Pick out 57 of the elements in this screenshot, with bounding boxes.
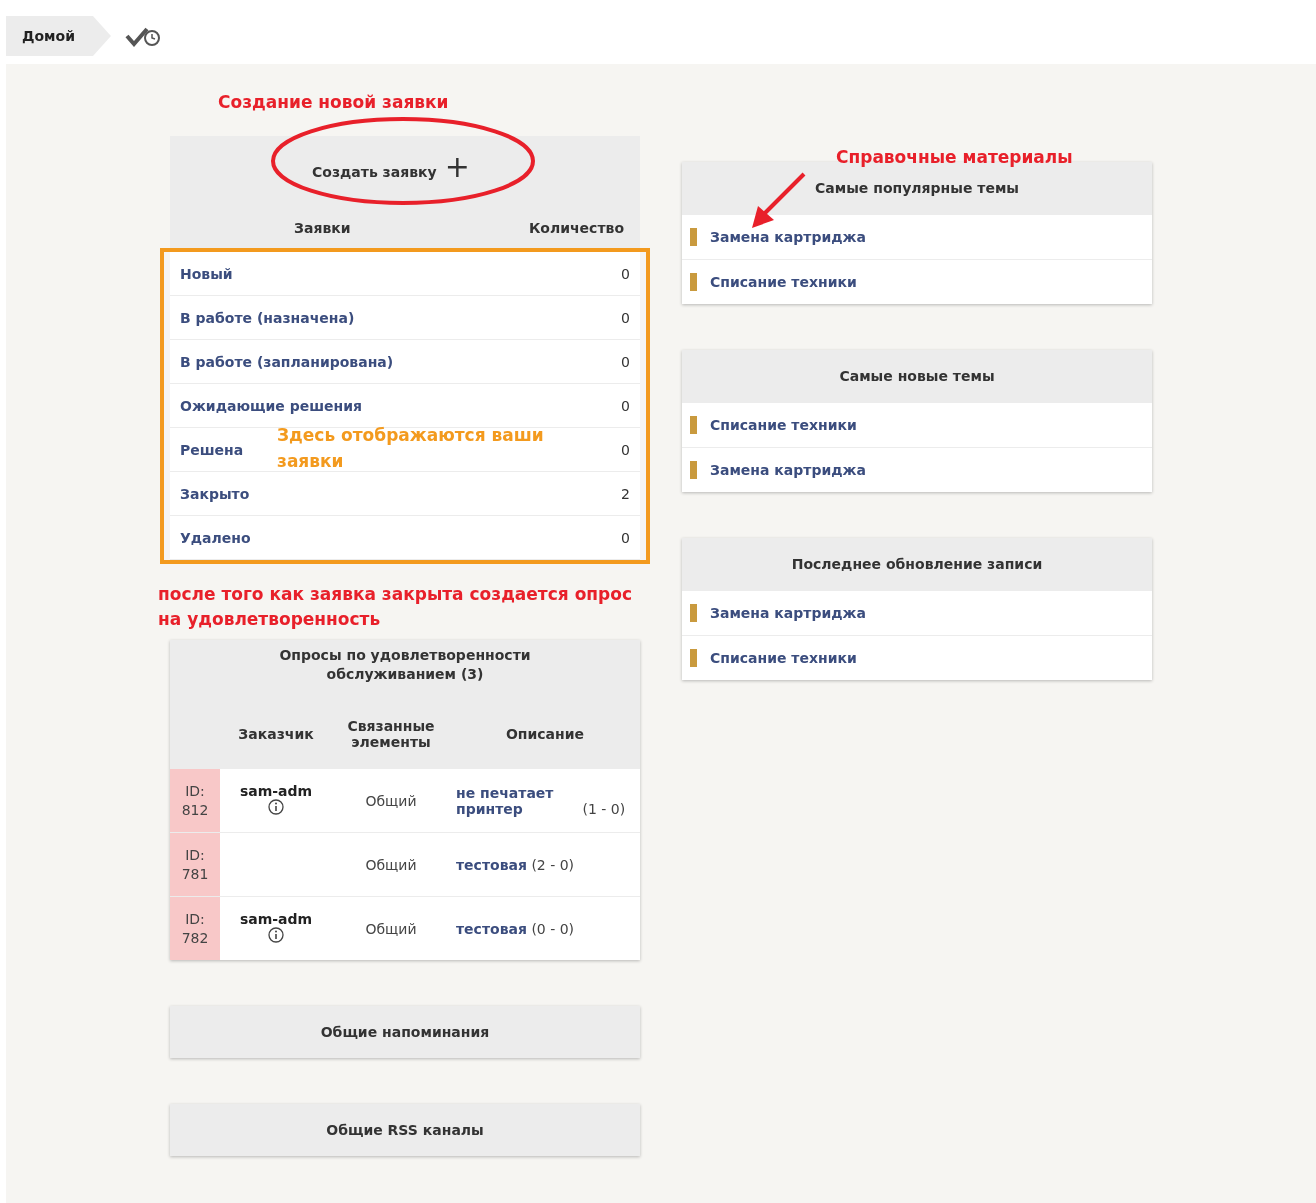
card-title: Общие RSS каналы xyxy=(170,1104,640,1156)
info-icon[interactable] xyxy=(268,799,284,815)
home-breadcrumb[interactable]: Домой xyxy=(6,16,111,56)
survey-link[interactable]: не печатает принтер xyxy=(456,784,578,817)
column-header: Количество xyxy=(528,220,624,236)
status-link[interactable]: В работе (назначена) xyxy=(180,309,355,326)
bullet-bar xyxy=(690,273,697,291)
topic-link[interactable]: Списание техники xyxy=(710,417,857,433)
topic-link[interactable]: Замена картриджа xyxy=(710,229,866,245)
card-title: Самые новые темы xyxy=(682,350,1152,402)
id-cell: ID: 781 xyxy=(170,832,220,897)
column-header: Описание xyxy=(450,700,640,769)
survey-link[interactable]: тестовая xyxy=(456,856,527,873)
ticket-count: 0 xyxy=(621,529,630,546)
ticket-count: 2 xyxy=(621,485,630,502)
score-text: (0 - 0) xyxy=(531,920,575,937)
table-cell: Общий xyxy=(332,896,450,960)
bullet-bar xyxy=(690,649,697,667)
status-link[interactable]: Новый xyxy=(180,265,233,282)
score-text: (1 - 0) xyxy=(582,800,626,817)
survey-link[interactable]: тестовая xyxy=(456,920,527,937)
check-clock-icon[interactable] xyxy=(124,25,163,47)
table-cell: Общий xyxy=(332,832,450,897)
annotation-text: после того как заявка закрыта создается опрос на удовлетворенность xyxy=(158,583,633,631)
id-cell: ID: 782 xyxy=(170,896,220,960)
ticket-count: 0 xyxy=(621,353,630,370)
ticket-count: 0 xyxy=(621,265,630,282)
annotation-text: Создание новой заявки xyxy=(218,92,449,112)
info-icon[interactable] xyxy=(268,927,284,943)
topic-link[interactable]: Списание техники xyxy=(710,274,857,290)
status-link[interactable]: Ожидающие решения xyxy=(180,397,362,414)
topic-link[interactable]: Списание техники xyxy=(710,650,857,666)
score-text: (2 - 0) xyxy=(531,856,575,873)
bullet-bar xyxy=(690,416,697,434)
bullet-bar xyxy=(690,604,697,622)
customer-name: sam-adm xyxy=(238,911,314,927)
status-link[interactable]: В работе (запланирована) xyxy=(180,353,394,370)
column-header: Заявки xyxy=(294,220,351,236)
topic-link[interactable]: Замена картриджа xyxy=(710,462,866,478)
annotation-text: Здесь отображаются ваши заявки xyxy=(277,424,545,473)
column-header: Заказчик xyxy=(220,700,332,769)
customer-name: sam-adm xyxy=(238,783,314,799)
status-link[interactable]: Удалено xyxy=(180,529,251,546)
ticket-count: 0 xyxy=(621,309,630,326)
topic-link[interactable]: Замена картриджа xyxy=(710,605,866,621)
card-title: Последнее обновление записи xyxy=(682,538,1152,590)
ticket-count: 0 xyxy=(621,441,630,458)
status-link[interactable]: Закрыто xyxy=(180,485,250,502)
ticket-count: 0 xyxy=(621,397,630,414)
card-title: Общие напоминания xyxy=(170,1006,640,1058)
column-header: Связанные элементы xyxy=(332,700,450,769)
table-cell: Общий xyxy=(332,768,450,833)
id-cell: ID: 812 xyxy=(170,768,220,833)
card-title: Опросы по удовлетворенности обслуживанием (3) xyxy=(170,640,640,700)
bullet-bar xyxy=(690,461,697,479)
status-link[interactable]: Решена xyxy=(180,441,244,458)
bullet-bar xyxy=(690,228,697,246)
